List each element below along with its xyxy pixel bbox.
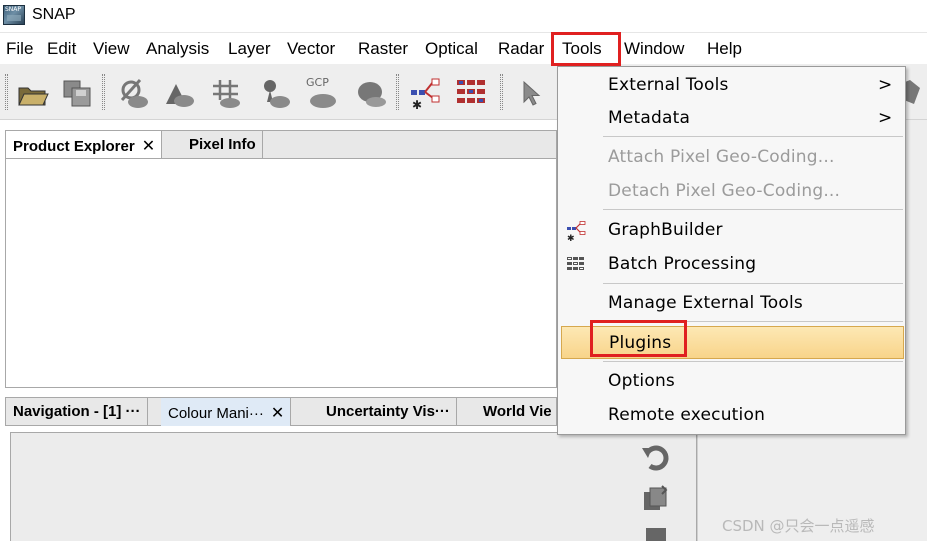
close-icon[interactable]: ✕ <box>142 138 155 155</box>
menu-item-metadata[interactable]: Metadata > <box>558 102 905 135</box>
tab-label: Uncertainty Vis··· <box>326 403 450 420</box>
select-tool-icon[interactable] <box>514 76 548 110</box>
tab-navigation[interactable]: Navigation - [1] ··· <box>6 398 148 426</box>
snap-logo-icon: SNAP <box>3 5 25 25</box>
batch-processing-toolbar-icon[interactable] <box>454 76 488 110</box>
menu-item-label: Options <box>608 371 675 391</box>
window-title: SNAP <box>32 6 76 23</box>
tab-pixel-info[interactable]: Pixel Info <box>182 131 263 159</box>
menu-item-graphbuilder[interactable]: ✱ GraphBuilder <box>558 214 905 247</box>
mask-overlay-icon[interactable] <box>162 76 196 110</box>
menu-item-label: Manage External Tools <box>608 293 803 313</box>
toolbar-separator <box>396 74 399 110</box>
gcp-overlay-icon[interactable]: GCP <box>306 76 340 110</box>
tab-uncertainty-visualisation[interactable]: Uncertainty Vis··· <box>319 398 457 426</box>
refresh-icon[interactable] <box>640 442 672 474</box>
menu-item-label: Metadata <box>608 108 691 128</box>
toolbar-grip <box>5 74 8 110</box>
tab-label: Navigation - [1] ··· <box>13 403 141 420</box>
tab-label: Colour Mani··· <box>168 405 264 422</box>
menu-tools[interactable]: Tools <box>562 39 602 59</box>
menu-item-plugins[interactable]: Plugins <box>561 326 904 359</box>
watermark: CSDN @只会一点遥感 <box>722 517 875 535</box>
tab-label: Product Explorer <box>13 138 135 155</box>
open-product-icon[interactable] <box>16 76 50 110</box>
multi-apply-icon[interactable] <box>640 484 672 516</box>
menu-optical[interactable]: Optical <box>425 39 478 59</box>
menu-file[interactable]: File <box>6 39 33 59</box>
tab-product-explorer[interactable]: Product Explorer ✕ <box>6 131 163 159</box>
tab-colour-manipulation[interactable]: Colour Mani··· ✕ <box>161 398 292 426</box>
menu-view[interactable]: View <box>93 39 130 59</box>
pin-overlay-icon[interactable] <box>258 76 292 110</box>
svg-text:✱: ✱ <box>567 234 575 241</box>
import-icon[interactable] <box>640 522 672 541</box>
shape-overlay-icon[interactable] <box>354 76 388 110</box>
toolbar-separator <box>102 74 105 110</box>
menu-item-label: Plugins <box>609 333 672 353</box>
colour-manipulation-body <box>10 432 697 541</box>
save-product-icon[interactable] <box>60 76 94 110</box>
menu-item-label: External Tools <box>608 75 729 95</box>
menu-item-label: Remote execution <box>608 405 766 425</box>
graph-builder-toolbar-icon[interactable]: ✱ <box>408 76 442 110</box>
menu-item-label: Batch Processing <box>608 254 757 274</box>
no-data-overlay-icon[interactable] <box>116 76 150 110</box>
menu-item-options[interactable]: Options <box>558 365 905 398</box>
product-explorer-body[interactable] <box>5 158 557 388</box>
bottom-panel-tabs: Navigation - [1] ··· Colour Mani··· ✕ Unc… <box>5 397 557 426</box>
toolbar-separator <box>500 74 503 110</box>
menu-item-label: Attach Pixel Geo-Coding... <box>608 147 835 167</box>
menu-item-label: GraphBuilder <box>608 220 723 240</box>
menu-separator <box>603 361 903 362</box>
menu-item-attach-pixel-geocoding: Attach Pixel Geo-Coding... <box>558 141 905 174</box>
menu-separator <box>603 209 903 210</box>
menu-layer[interactable]: Layer <box>228 39 271 59</box>
menu-separator <box>603 283 903 284</box>
menu-separator <box>603 321 903 322</box>
close-icon[interactable]: ✕ <box>271 405 284 422</box>
svg-text:✱: ✱ <box>412 98 422 110</box>
menu-item-manage-external-tools[interactable]: Manage External Tools <box>558 287 905 320</box>
menu-raster[interactable]: Raster <box>358 39 408 59</box>
graph-builder-icon: ✱ <box>567 221 586 241</box>
chevron-right-icon: > <box>878 108 893 128</box>
tab-world-view[interactable]: World Vie <box>476 398 558 426</box>
menu-separator <box>603 136 903 137</box>
tab-label: Pixel Info <box>189 136 256 153</box>
menu-edit[interactable]: Edit <box>47 39 76 59</box>
menu-window[interactable]: Window <box>624 39 684 59</box>
tools-dropdown-menu: External Tools > Metadata > Attach Pixel… <box>557 66 906 435</box>
menu-help[interactable]: Help <box>707 39 742 59</box>
menu-item-batch-processing[interactable]: Batch Processing <box>558 248 905 281</box>
menu-vector[interactable]: Vector <box>287 39 335 59</box>
gcp-label: GCP <box>306 76 329 89</box>
menu-item-external-tools[interactable]: External Tools > <box>558 69 905 102</box>
menu-radar[interactable]: Radar <box>498 39 550 59</box>
menu-item-remote-execution[interactable]: Remote execution <box>558 399 905 432</box>
menu-item-detach-pixel-geocoding: Detach Pixel Geo-Coding... <box>558 175 905 208</box>
title-bar: SNAP SNAP <box>0 0 927 32</box>
product-panel-tabs: Product Explorer ✕ Pixel Info <box>5 130 557 159</box>
chevron-right-icon: > <box>878 75 893 95</box>
menu-bar: File Edit View Analysis Layer Vector Ras… <box>0 32 927 64</box>
tab-label: World Vie <box>483 403 552 420</box>
graticule-overlay-icon[interactable] <box>210 76 244 110</box>
menu-analysis[interactable]: Analysis <box>146 39 209 59</box>
batch-processing-icon <box>567 257 584 270</box>
menu-item-label: Detach Pixel Geo-Coding... <box>608 181 841 201</box>
